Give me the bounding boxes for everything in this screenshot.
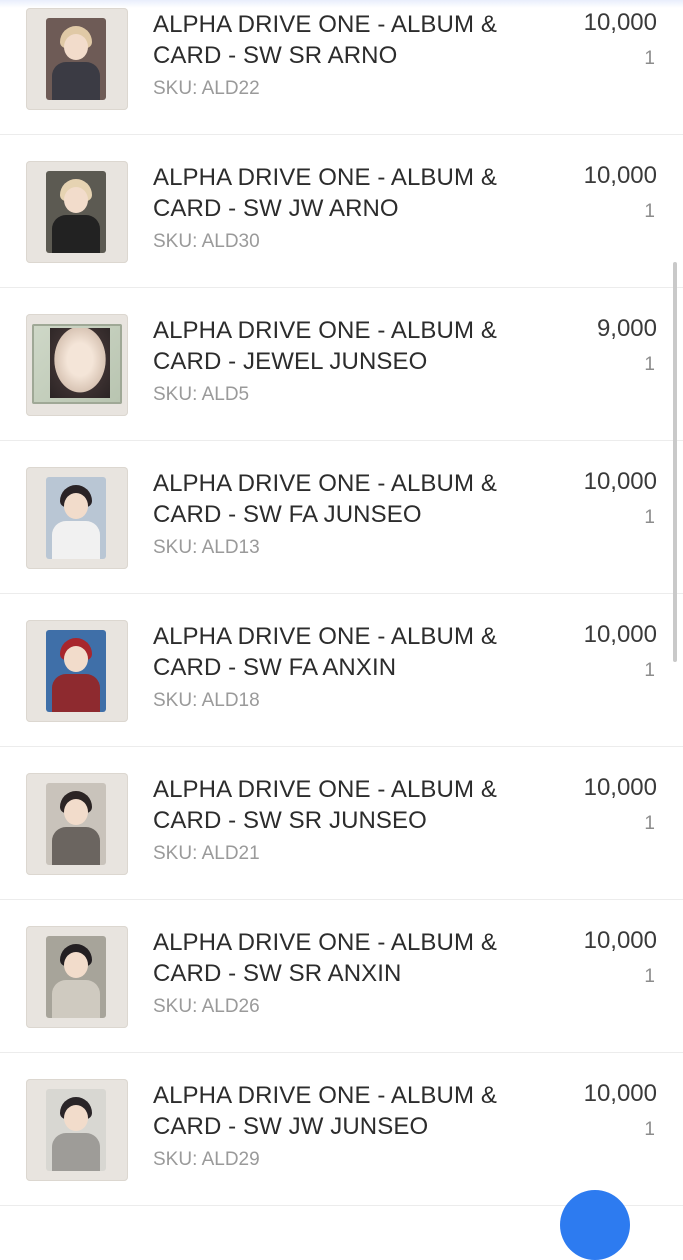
product-price: 10,000 bbox=[583, 774, 657, 801]
product-price: 10,000 bbox=[583, 621, 657, 648]
list-item[interactable]: ALPHA DRIVE ONE - ALBUM & CARD - SW SR J… bbox=[0, 747, 683, 900]
product-thumbnail[interactable] bbox=[26, 467, 128, 569]
product-price: 10,000 bbox=[583, 927, 657, 954]
product-thumbnail[interactable] bbox=[26, 1079, 128, 1181]
product-price: 10,000 bbox=[583, 162, 657, 189]
product-sku: SKU: ALD18 bbox=[153, 690, 260, 711]
product-title[interactable]: ALPHA DRIVE ONE - ALBUM & CARD - SW FA J… bbox=[153, 468, 543, 530]
product-sku: SKU: ALD29 bbox=[153, 1149, 260, 1170]
photocard-image bbox=[46, 18, 106, 100]
product-title[interactable]: ALPHA DRIVE ONE - ALBUM & CARD - SW SR A… bbox=[153, 9, 543, 71]
list-item[interactable]: ALPHA DRIVE ONE - ALBUM & CARD - JEWEL J… bbox=[0, 288, 683, 441]
product-sku: SKU: ALD21 bbox=[153, 843, 260, 864]
product-title[interactable]: ALPHA DRIVE ONE - ALBUM & CARD - SW FA A… bbox=[153, 621, 543, 683]
list-item[interactable]: ALPHA DRIVE ONE - ALBUM & CARD - SW SR A… bbox=[0, 900, 683, 1053]
product-price: 10,000 bbox=[583, 468, 657, 495]
product-title[interactable]: ALPHA DRIVE ONE - ALBUM & CARD - SW JW A… bbox=[153, 162, 543, 224]
product-sku: SKU: ALD26 bbox=[153, 996, 260, 1017]
product-quantity: 1 bbox=[644, 201, 655, 222]
album-jewel-case-image bbox=[32, 324, 122, 404]
product-price: 10,000 bbox=[583, 1080, 657, 1107]
product-quantity: 1 bbox=[644, 660, 655, 681]
list-item[interactable]: ALPHA DRIVE ONE - ALBUM & CARD - SW JW J… bbox=[0, 1053, 683, 1206]
list-item[interactable]: ALPHA DRIVE ONE - ALBUM & CARD - SW JW A… bbox=[0, 135, 683, 288]
photocard-image bbox=[46, 783, 106, 865]
list-item[interactable]: ALPHA DRIVE ONE - ALBUM & CARD - SW FA J… bbox=[0, 441, 683, 594]
product-price: 9,000 bbox=[596, 315, 657, 342]
product-sku: SKU: ALD30 bbox=[153, 231, 260, 252]
product-thumbnail[interactable] bbox=[26, 926, 128, 1028]
floating-action-button[interactable] bbox=[560, 1190, 630, 1260]
product-sku: SKU: ALD22 bbox=[153, 78, 260, 99]
photocard-image bbox=[46, 171, 106, 253]
product-thumbnail[interactable] bbox=[26, 8, 128, 110]
product-thumbnail[interactable] bbox=[26, 161, 128, 263]
list-item[interactable]: ALPHA DRIVE ONE - ALBUM & CARD - SW SR A… bbox=[0, 0, 683, 135]
product-title[interactable]: ALPHA DRIVE ONE - ALBUM & CARD - SW SR A… bbox=[153, 927, 543, 989]
product-quantity: 1 bbox=[644, 966, 655, 987]
product-price: 10,000 bbox=[583, 9, 657, 36]
photocard-image bbox=[46, 936, 106, 1018]
product-quantity: 1 bbox=[644, 813, 655, 834]
product-quantity: 1 bbox=[644, 507, 655, 528]
order-item-list: ALPHA DRIVE ONE - ALBUM & CARD - SW SR A… bbox=[0, 0, 683, 1206]
product-sku: SKU: ALD5 bbox=[153, 384, 250, 405]
product-quantity: 1 bbox=[644, 354, 655, 375]
photocard-image bbox=[46, 1089, 106, 1171]
product-title[interactable]: ALPHA DRIVE ONE - ALBUM & CARD - JEWEL J… bbox=[153, 315, 543, 377]
product-quantity: 1 bbox=[644, 1119, 655, 1140]
product-thumbnail[interactable] bbox=[26, 314, 128, 416]
photocard-image bbox=[46, 630, 106, 712]
list-item[interactable]: ALPHA DRIVE ONE - ALBUM & CARD - SW FA A… bbox=[0, 594, 683, 747]
product-quantity: 1 bbox=[644, 48, 655, 69]
product-title[interactable]: ALPHA DRIVE ONE - ALBUM & CARD - SW JW J… bbox=[153, 1080, 543, 1142]
photocard-image bbox=[46, 477, 106, 559]
product-thumbnail[interactable] bbox=[26, 773, 128, 875]
vertical-scrollbar[interactable] bbox=[673, 262, 677, 662]
product-title[interactable]: ALPHA DRIVE ONE - ALBUM & CARD - SW SR J… bbox=[153, 774, 543, 836]
product-thumbnail[interactable] bbox=[26, 620, 128, 722]
product-sku: SKU: ALD13 bbox=[153, 537, 260, 558]
